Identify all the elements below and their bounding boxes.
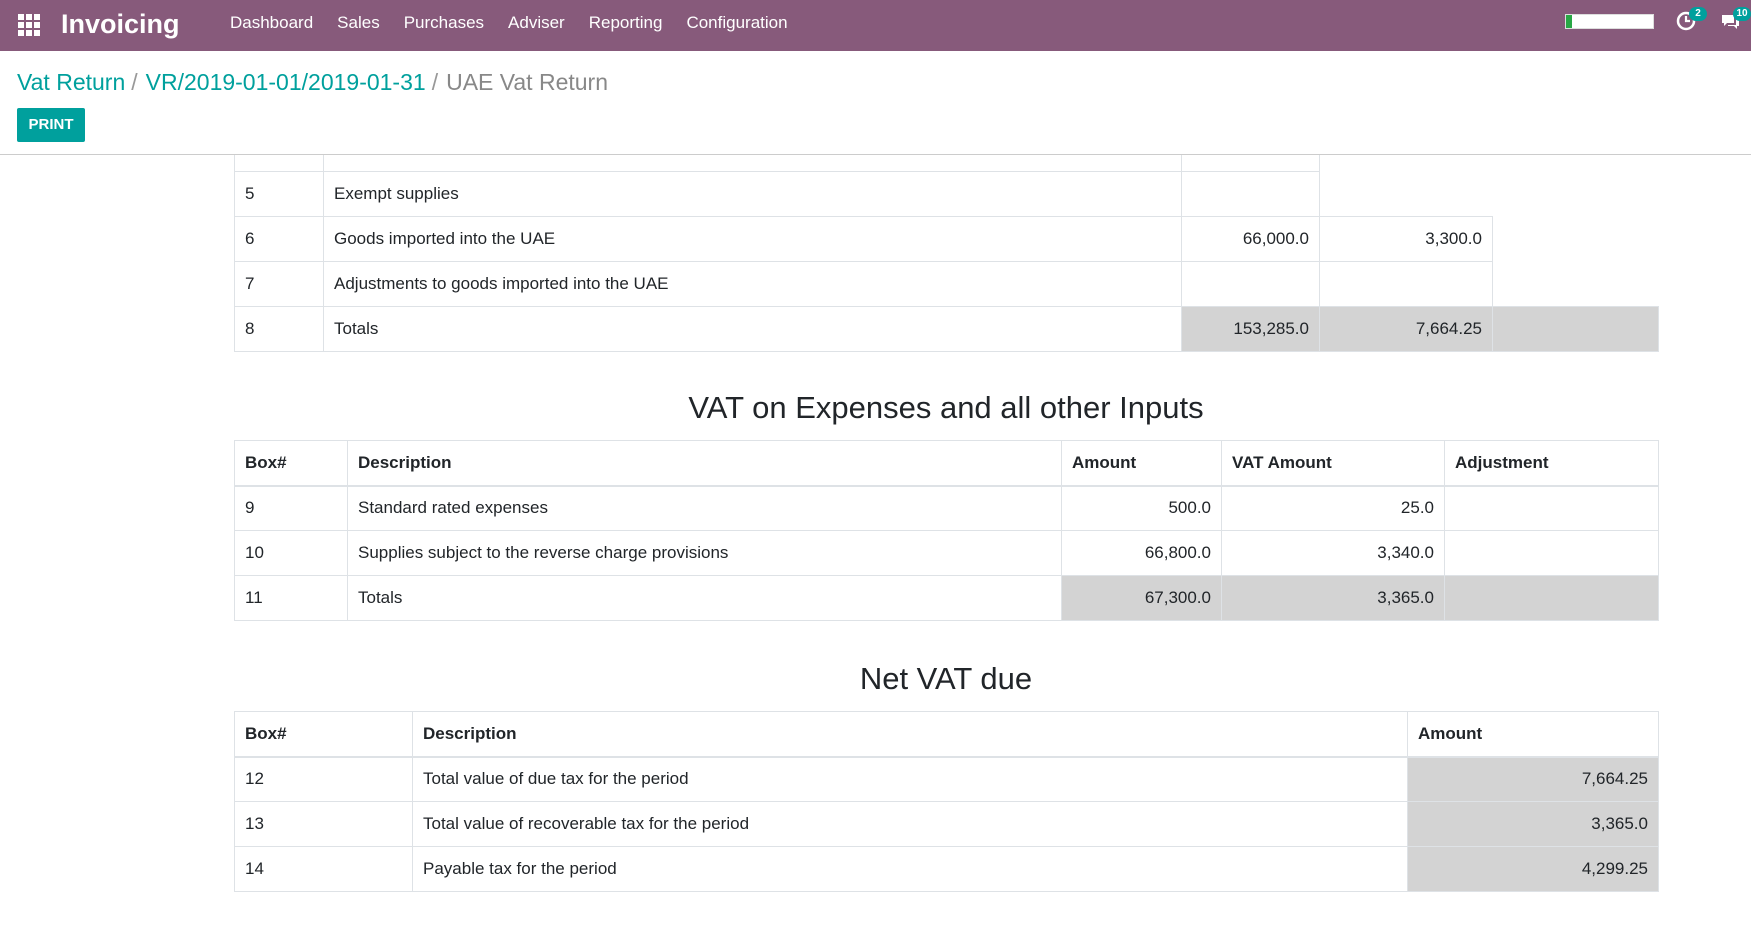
sales-vat-table: 5 Exempt supplies 6 Goods imported into … [234,155,1659,352]
column-header-adjustment: Adjustment [1444,440,1659,487]
box-number: 13 [234,801,413,847]
row-vat-amount: 3,340.0 [1221,530,1445,576]
main-menu: Dashboard Sales Purchases Adviser Report… [218,0,800,46]
net-vat-section-title: Net VAT due [859,661,1033,696]
table-row: 6 Goods imported into the UAE 66,000.0 3… [234,216,1659,262]
row-adjustment [1444,485,1659,531]
report-content[interactable]: 5 Exempt supplies 6 Goods imported into … [0,155,1751,926]
table-row [234,155,1659,172]
column-header-vat-amount: VAT Amount [1221,440,1445,487]
net-vat-table: Box# Description Amount 12 Total value o… [234,711,1659,892]
box-number: 10 [234,530,348,576]
table-row: 11 Totals 67,300.0 3,365.0 [234,575,1659,621]
table-row: 7 Adjustments to goods imported into the… [234,261,1659,307]
column-header-amount: Amount [1061,440,1222,487]
box-number: 7 [234,261,324,307]
row-amount: 500.0 [1061,485,1222,531]
column-header-box: Box# [234,711,413,758]
column-header-description: Description [347,440,1062,487]
box-number: 11 [234,575,348,621]
table-row: 5 Exempt supplies [234,171,1659,217]
row-vat-amount: 25.0 [1221,485,1445,531]
progress-fill [1566,15,1573,28]
row-adjustment [1444,575,1659,621]
menu-item-purchases[interactable]: Purchases [392,0,496,46]
table-row: 8 Totals 153,285.0 7,664.25 [234,306,1659,352]
row-amount: 4,299.25 [1407,846,1659,892]
row-vat-amount: 7,664.25 [1319,306,1493,352]
row-description: Total value of recoverable tax for the p… [412,801,1408,847]
row-amount: 67,300.0 [1061,575,1222,621]
menu-item-sales[interactable]: Sales [325,0,392,46]
activity-clock-icon[interactable]: 2 [1675,7,1707,32]
row-amount [1181,171,1320,217]
row-amount: 66,800.0 [1061,530,1222,576]
apps-menu-icon[interactable] [18,14,40,36]
expenses-vat-table: Box# Description Amount VAT Amount Adjus… [234,440,1659,621]
table-header-row: Box# Description Amount [234,711,1659,758]
row-amount: 66,000.0 [1181,216,1320,262]
row-description: Adjustments to goods imported into the U… [323,261,1182,307]
print-button[interactable]: PRINT [17,108,85,142]
breadcrumb-current: UAE Vat Return [446,69,608,95]
breadcrumb: Vat Return / VR/2019-01-01/2019-01-31 / … [17,67,608,97]
row-description: Totals [323,306,1182,352]
box-number: 9 [234,485,348,531]
row-vat-amount [1319,261,1493,307]
row-description: Standard rated expenses [347,485,1062,531]
table-header-row: Box# Description Amount VAT Amount Adjus… [234,440,1659,487]
table-row: 12 Total value of due tax for the period… [234,756,1659,802]
row-description: Goods imported into the UAE [323,216,1182,262]
row-adjustment [1444,530,1659,576]
column-header-amount: Amount [1407,711,1659,758]
onboarding-progress-bar[interactable] [1565,14,1654,29]
row-description: Exempt supplies [323,171,1182,217]
row-amount: 3,365.0 [1407,801,1659,847]
row-description: Supplies subject to the reverse charge p… [347,530,1062,576]
breadcrumb-vat-return[interactable]: Vat Return [17,67,125,97]
box-number: 12 [234,756,413,802]
table-row: 14 Payable tax for the period 4,299.25 [234,846,1659,892]
row-vat-amount: 3,365.0 [1221,575,1445,621]
menu-item-configuration[interactable]: Configuration [674,0,799,46]
row-description: Payable tax for the period [412,846,1408,892]
control-panel: Vat Return / VR/2019-01-01/2019-01-31 / … [0,51,1751,155]
messages-badge: 10 [1733,7,1751,21]
column-header-description: Description [412,711,1408,758]
row-amount [1181,261,1320,307]
table-row: 13 Total value of recoverable tax for th… [234,801,1659,847]
menu-item-reporting[interactable]: Reporting [577,0,675,46]
column-header-box: Box# [234,440,348,487]
breadcrumb-separator: / [431,69,439,95]
expenses-section-title: VAT on Expenses and all other Inputs [688,390,1204,425]
row-amount: 153,285.0 [1181,306,1320,352]
row-amount: 7,664.25 [1407,756,1659,802]
table-row: 9 Standard rated expenses 500.0 25.0 [234,485,1659,531]
menu-item-dashboard[interactable]: Dashboard [218,0,325,46]
breadcrumb-separator: / [131,69,138,95]
box-number: 14 [234,846,413,892]
table-row: 10 Supplies subject to the reverse charg… [234,530,1659,576]
activity-badge: 2 [1689,7,1707,21]
breadcrumb-record[interactable]: VR/2019-01-01/2019-01-31 [146,67,426,97]
top-navbar: Invoicing Dashboard Sales Purchases Advi… [0,0,1751,51]
box-number: 8 [234,306,324,352]
messages-chat-icon[interactable]: 10 [1719,7,1751,32]
box-number: 6 [234,216,324,262]
row-description: Total value of due tax for the period [412,756,1408,802]
row-description: Totals [347,575,1062,621]
app-brand[interactable]: Invoicing [61,8,180,40]
menu-item-adviser[interactable]: Adviser [496,0,577,46]
box-number: 5 [234,171,324,217]
row-vat-amount: 3,300.0 [1319,216,1493,262]
